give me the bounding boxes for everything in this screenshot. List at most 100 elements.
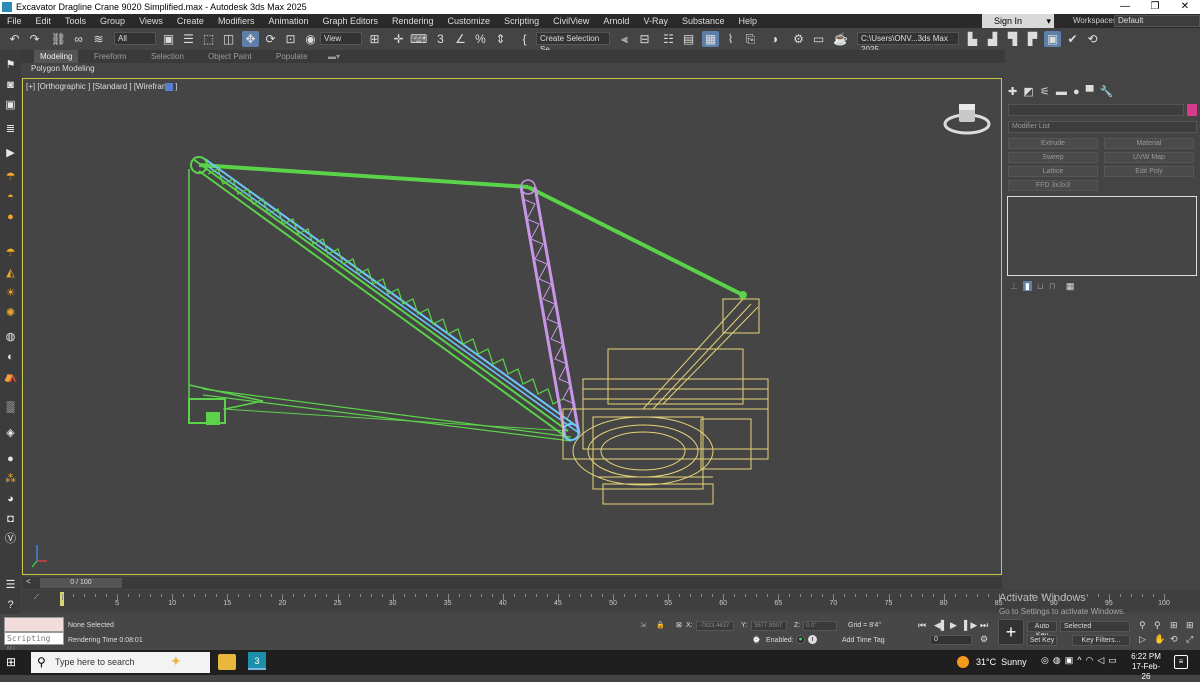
align-icon[interactable]: ⊟ bbox=[636, 31, 653, 47]
time-slider-track[interactable]: < > bbox=[22, 577, 1002, 589]
region-select-icon[interactable]: ⬚ bbox=[200, 31, 217, 47]
y-coordinate-field[interactable]: 3677.9907 bbox=[751, 621, 787, 631]
layers-icon[interactable]: ≣ bbox=[3, 122, 18, 137]
pan-icon[interactable]: ✋ bbox=[1154, 634, 1165, 645]
show-end-result-icon[interactable]: ▮ bbox=[1022, 281, 1032, 291]
network-manager-icon[interactable]: ◍ bbox=[1053, 655, 1065, 665]
trackbar-toggle-icon[interactable]: ⟋ bbox=[34, 594, 39, 602]
sphere-grid-icon[interactable]: ◍ bbox=[3, 330, 18, 345]
ribbon-options-icon[interactable]: ▬▾ bbox=[322, 50, 346, 63]
unlink-icon[interactable]: ∞ bbox=[70, 31, 87, 47]
help-icon[interactable]: ? bbox=[3, 598, 18, 613]
tab-selection[interactable]: Selection bbox=[145, 50, 190, 63]
key-filters-button[interactable]: Key Filters... bbox=[1072, 635, 1130, 646]
scene-explorer-icon[interactable]: ⚑ bbox=[3, 58, 18, 73]
curve-editor-icon[interactable]: ⌇ bbox=[722, 31, 739, 47]
time-configuration-icon[interactable]: ⚙ bbox=[980, 634, 988, 645]
utilities-icon[interactable]: ▀ bbox=[1086, 86, 1094, 98]
percent-snap-icon[interactable]: % bbox=[472, 31, 489, 47]
battery-icon[interactable]: ▭ bbox=[1108, 655, 1121, 665]
notifications-icon[interactable]: ≡ bbox=[1174, 655, 1188, 669]
menu-tools[interactable]: Tools bbox=[58, 14, 93, 28]
motion-icon[interactable]: ▬ bbox=[1056, 86, 1067, 98]
taskbar-search[interactable]: Type here to search bbox=[31, 652, 210, 673]
select-object-icon[interactable]: ▣ bbox=[160, 31, 177, 47]
zoom-extents-all-icon[interactable]: ⊞ bbox=[1186, 620, 1194, 631]
configure-modifier-sets-icon[interactable]: ▦ bbox=[1066, 281, 1075, 291]
go-to-end-icon[interactable]: ⏭ bbox=[980, 620, 988, 631]
menu-create[interactable]: Create bbox=[170, 14, 211, 28]
render-setup-icon[interactable]: ⚙ bbox=[790, 31, 807, 47]
previous-frame-icon[interactable]: ◀▌ bbox=[934, 620, 947, 631]
go-to-start-icon[interactable]: ⏮ bbox=[918, 620, 926, 631]
spinner-snap-icon[interactable]: ⇕ bbox=[492, 31, 509, 47]
scale-icon[interactable]: ⊡ bbox=[282, 31, 299, 47]
window-crossing-icon[interactable]: ◫ bbox=[220, 31, 237, 47]
sky-light-icon[interactable]: ✺ bbox=[3, 306, 18, 321]
dome-light-icon[interactable]: ⁂ bbox=[3, 472, 18, 487]
3ds-max-taskbar-icon[interactable]: 3 bbox=[248, 652, 266, 670]
display-icon[interactable]: ▣ bbox=[3, 98, 18, 113]
wrench-icon[interactable]: 🔧 bbox=[1100, 86, 1114, 98]
zoom-all-icon[interactable]: ⚲ bbox=[1154, 620, 1161, 631]
create-icon[interactable]: ✚ bbox=[1008, 86, 1017, 98]
tab-modeling[interactable]: Modeling bbox=[34, 50, 79, 63]
select-manipulate-icon[interactable]: ✛ bbox=[390, 31, 407, 47]
sync-icon[interactable]: ⟲ bbox=[1084, 31, 1101, 47]
set-key-button[interactable]: Set Key bbox=[1027, 635, 1057, 646]
omni-light-icon[interactable]: ◓ bbox=[3, 190, 18, 205]
open-file-icon[interactable]: ▟ bbox=[984, 31, 1001, 47]
volume-icon[interactable]: ◁ bbox=[1097, 655, 1108, 665]
material-editor-icon[interactable]: ◑ bbox=[766, 31, 783, 47]
reference-coordinate-dropdown[interactable]: View bbox=[320, 32, 362, 45]
video-camera-icon[interactable]: ▶ bbox=[3, 146, 18, 161]
make-unique-icon[interactable]: ⊔ bbox=[1037, 281, 1044, 291]
select-by-name-icon[interactable]: ☰ bbox=[180, 31, 197, 47]
orbit-icon[interactable]: ⟲ bbox=[1170, 634, 1178, 645]
workspace-select[interactable]: Default bbox=[1114, 15, 1200, 27]
save-icon[interactable]: ▜ bbox=[1004, 31, 1021, 47]
mesh-light-icon[interactable]: ◕ bbox=[3, 492, 18, 507]
edit-poly-button[interactable]: Edit Poly bbox=[1104, 166, 1194, 177]
layer-list-icon[interactable]: ☰ bbox=[3, 578, 18, 593]
maxscript-listener-output[interactable] bbox=[4, 617, 64, 632]
viewport-orthographic[interactable]: [+] [Orthographic ] [Standard ] [Wirefra… bbox=[22, 78, 1002, 575]
file-explorer-icon[interactable] bbox=[218, 654, 236, 670]
camera-icon[interactable]: ◙ bbox=[3, 78, 18, 93]
layer-explorer-icon[interactable]: ▤ bbox=[680, 31, 697, 47]
absolute-mode-icon[interactable]: ⊠ bbox=[676, 621, 682, 629]
minimize-button[interactable]: — bbox=[1110, 0, 1140, 14]
check-icon[interactable]: ✔ bbox=[1064, 31, 1081, 47]
people-icon[interactable]: ◎ bbox=[1041, 655, 1053, 665]
menu-substance[interactable]: Substance bbox=[675, 14, 732, 28]
placement-icon[interactable]: ◉ bbox=[302, 31, 319, 47]
light-icon[interactable]: ☂ bbox=[3, 170, 18, 185]
vray-logo-icon[interactable]: Ⓥ bbox=[3, 532, 18, 547]
menu-scripting[interactable]: Scripting bbox=[497, 14, 546, 28]
snaps-toggle-icon[interactable]: 3 bbox=[432, 31, 449, 47]
named-selection-dropdown[interactable]: Create Selection Se bbox=[536, 32, 610, 54]
selection-filter-dropdown[interactable]: All bbox=[114, 32, 156, 45]
uvw-map-button[interactable]: UVW Map bbox=[1104, 152, 1194, 163]
maximize-button[interactable]: ❐ bbox=[1140, 0, 1170, 14]
ffd-button[interactable]: FFD 3x3x3 bbox=[1008, 180, 1098, 191]
angle-snap-icon[interactable]: ∠ bbox=[452, 31, 469, 47]
spotlight-icon[interactable]: ☂ bbox=[3, 246, 18, 261]
render-teapot-icon[interactable]: ☕ bbox=[832, 31, 849, 47]
current-frame-field[interactable]: 0 bbox=[930, 635, 972, 645]
edit-named-selection-icon[interactable]: { bbox=[516, 31, 533, 47]
new-key-button[interactable]: + bbox=[998, 619, 1024, 645]
rotate-icon[interactable]: ⟳ bbox=[262, 31, 279, 47]
next-frame-icon[interactable]: ▌▶ bbox=[964, 620, 977, 631]
zoom-icon[interactable]: ⚲ bbox=[1139, 620, 1146, 631]
material-button[interactable]: Material bbox=[1104, 138, 1194, 149]
sweep-button[interactable]: Sweep bbox=[1008, 152, 1098, 163]
remove-modifier-icon[interactable]: ⊓ bbox=[1049, 281, 1056, 291]
menu-customize[interactable]: Customize bbox=[441, 14, 498, 28]
time-tag-icon[interactable]: ı bbox=[808, 635, 817, 644]
weather-widget[interactable]: 31°C Sunny bbox=[958, 654, 1027, 670]
sphere-icon[interactable]: ● bbox=[3, 452, 18, 467]
lattice-button[interactable]: Lattice bbox=[1008, 166, 1098, 177]
vray-light-icon[interactable]: ◈ bbox=[3, 426, 18, 441]
keyboard-shortcut-toggle-icon[interactable]: ⌨ bbox=[410, 31, 427, 47]
